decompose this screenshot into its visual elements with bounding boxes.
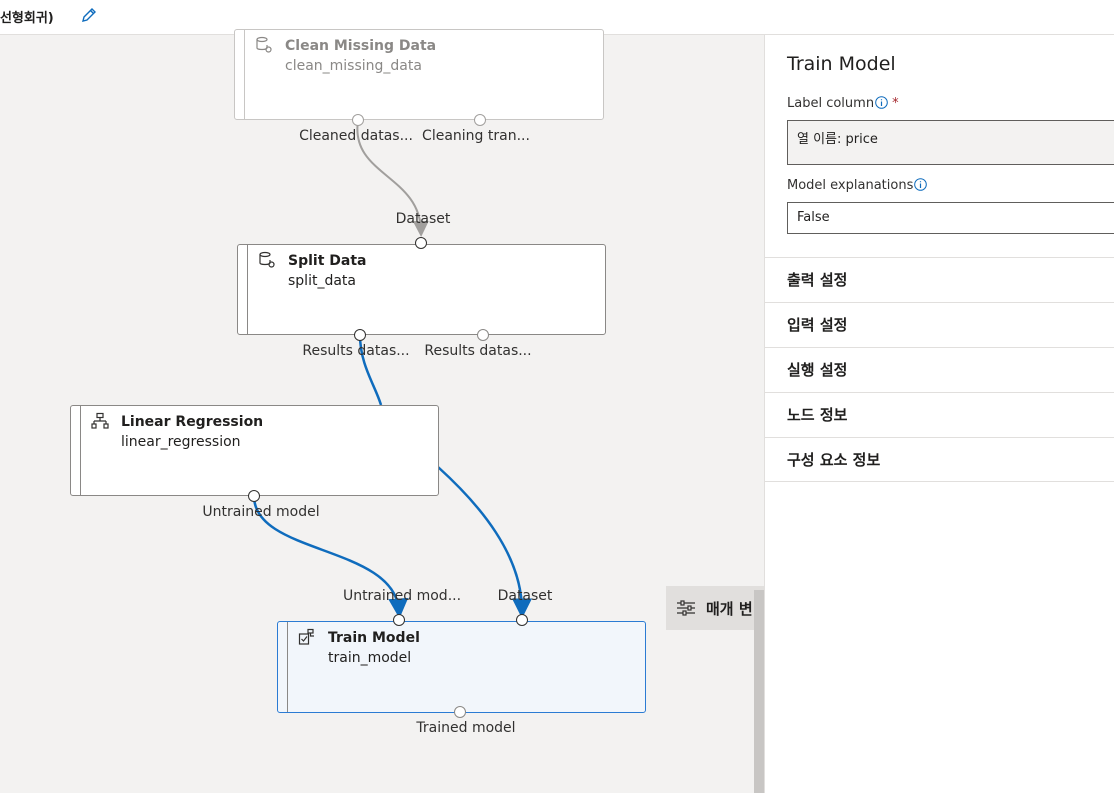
port-label: Untrained model bbox=[202, 504, 320, 520]
node-title: Clean Missing Data bbox=[285, 38, 437, 54]
pencil-icon[interactable] bbox=[80, 6, 98, 24]
node-clean-missing-data[interactable]: Clean Missing Data clean_missing_data bbox=[234, 29, 604, 120]
node-title: Split Data bbox=[288, 253, 367, 269]
model-explanations-dropdown[interactable]: False bbox=[787, 202, 1114, 234]
label-column-label: Label column * bbox=[787, 96, 899, 111]
section-title: 구성 요소 정보 bbox=[787, 451, 881, 469]
section-output-settings[interactable]: 출력 설정 bbox=[765, 257, 1114, 302]
input-port[interactable] bbox=[516, 614, 528, 626]
node-name: split_data bbox=[288, 273, 356, 289]
node-train-model[interactable]: Train Model train_model bbox=[277, 621, 646, 713]
canvas-scrollbar[interactable] bbox=[754, 590, 764, 793]
dataset-gear-icon bbox=[256, 36, 272, 53]
properties-panel: Train Model Label column * 열 이름: price Mo… bbox=[764, 35, 1114, 793]
output-port[interactable] bbox=[248, 490, 260, 502]
section-title: 노드 정보 bbox=[787, 406, 848, 424]
info-icon[interactable] bbox=[875, 96, 888, 109]
port-label: Cleaning tran... bbox=[422, 128, 530, 144]
parameters-button[interactable]: 매개 변 bbox=[666, 586, 766, 630]
port-label: Results datas... bbox=[302, 343, 410, 359]
output-port[interactable] bbox=[454, 706, 466, 718]
node-linear-regression[interactable]: Linear Regression linear_regression bbox=[70, 405, 439, 496]
required-mark: * bbox=[892, 96, 899, 111]
panel-title: Train Model bbox=[787, 53, 896, 75]
section-run-settings[interactable]: 실행 설정 bbox=[765, 347, 1114, 392]
port-label: Untrained mod... bbox=[342, 588, 462, 604]
parameters-button-label: 매개 변 bbox=[706, 600, 753, 618]
dataset-gear-icon bbox=[259, 251, 275, 268]
port-label: Results datas... bbox=[424, 343, 532, 359]
hierarchy-icon bbox=[91, 412, 109, 429]
node-name: linear_regression bbox=[121, 434, 241, 450]
node-title: Linear Regression bbox=[121, 414, 264, 430]
section-node-info[interactable]: 노드 정보 bbox=[765, 392, 1114, 437]
train-model-icon bbox=[298, 628, 314, 645]
pipeline-canvas[interactable]: Clean Missing Data clean_missing_data Cl… bbox=[0, 29, 766, 793]
node-split-data[interactable]: Split Data split_data bbox=[237, 244, 606, 335]
model-explanations-label: Model explanations bbox=[787, 178, 928, 193]
output-port[interactable] bbox=[474, 114, 486, 126]
port-label: Dataset bbox=[395, 211, 451, 227]
port-label: Cleaned datas... bbox=[299, 128, 413, 144]
pipeline-title: (선형회귀) bbox=[0, 11, 54, 26]
sliders-icon bbox=[677, 600, 695, 616]
port-label: Dataset bbox=[497, 588, 553, 604]
field-label-text: Label column bbox=[787, 96, 875, 111]
section-title: 출력 설정 bbox=[787, 271, 848, 289]
label-column-field[interactable]: 열 이름: price bbox=[787, 120, 1114, 165]
output-port[interactable] bbox=[354, 329, 366, 341]
output-port[interactable] bbox=[477, 329, 489, 341]
section-component-info[interactable]: 구성 요소 정보 bbox=[765, 437, 1114, 482]
section-title: 실행 설정 bbox=[787, 361, 848, 379]
node-title: Train Model bbox=[328, 630, 420, 646]
port-label: Trained model bbox=[416, 720, 516, 736]
section-input-settings[interactable]: 입력 설정 bbox=[765, 302, 1114, 347]
output-port[interactable] bbox=[352, 114, 364, 126]
input-port[interactable] bbox=[393, 614, 405, 626]
info-icon[interactable] bbox=[914, 178, 928, 191]
input-port[interactable] bbox=[415, 237, 427, 249]
section-title: 입력 설정 bbox=[787, 316, 848, 334]
field-label-text: Model explanations bbox=[787, 178, 914, 193]
node-name: train_model bbox=[328, 650, 412, 666]
node-name: clean_missing_data bbox=[285, 58, 422, 74]
